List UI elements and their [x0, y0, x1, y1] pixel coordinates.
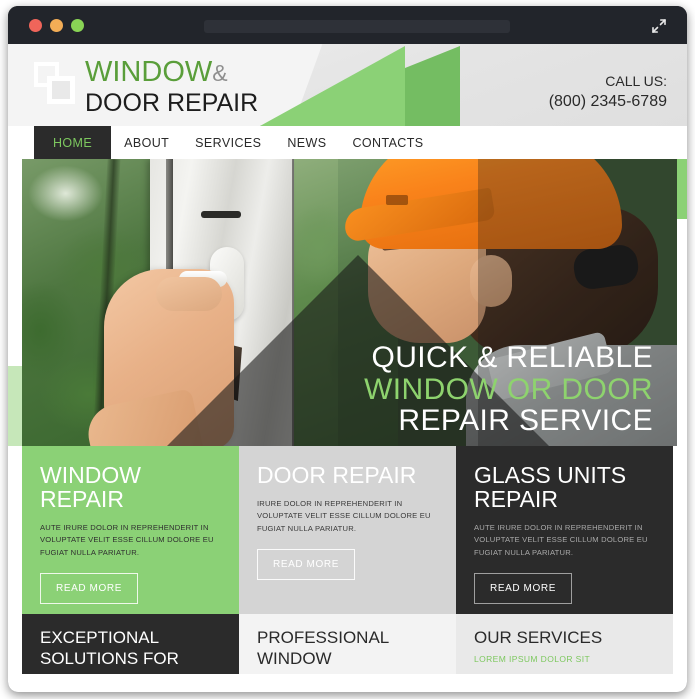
logo-ampersand: & — [212, 60, 228, 86]
page-viewport: WINDOW& DOOR REPAIR CALL US: (800) 2345-… — [8, 44, 687, 692]
read-more-button-door-repair[interactable]: READ MORE — [257, 549, 355, 581]
read-more-button-window-repair[interactable]: READ MORE — [40, 573, 138, 605]
bottom-column-our-services: OUR SERVICES LOREM IPSUM DOLOR SIT — [456, 614, 673, 674]
phone-number[interactable]: (800) 2345-6789 — [549, 91, 667, 113]
service-card-glass-units-repair: GLASS UNITS REPAIR AUTE IRURE DOLOR IN R… — [456, 446, 673, 614]
hero-left-green-accent — [8, 366, 22, 446]
close-window-button[interactable] — [29, 19, 42, 32]
service-card-title: DOOR REPAIR — [257, 462, 417, 488]
call-us-label: CALL US: — [605, 73, 667, 89]
browser-window: WINDOW& DOOR REPAIR CALL US: (800) 2345-… — [8, 6, 687, 692]
bottom-column-title: OUR SERVICES — [474, 628, 603, 647]
nav-item-news[interactable]: NEWS — [274, 126, 339, 159]
hero-finger — [156, 277, 222, 311]
nav-item-services[interactable]: SERVICES — [182, 126, 274, 159]
minimize-window-button[interactable] — [50, 19, 63, 32]
logo-line-2: DOOR REPAIR — [85, 89, 259, 117]
logo-square-front — [47, 76, 75, 104]
bottom-column-title: PROFESSIONAL WINDOW — [257, 628, 389, 668]
hero-banner: QUICK & RELIABLE WINDOW OR DOOR REPAIR S… — [8, 159, 687, 446]
hero-headline-line-2: WINDOW OR DOOR — [364, 372, 653, 406]
header-green-triangle-light — [260, 46, 405, 126]
site-logo[interactable]: WINDOW& DOOR REPAIR — [34, 54, 258, 116]
hero-right-green-accent — [677, 159, 687, 219]
logo-word-window: WINDOW — [85, 56, 213, 88]
service-card-door-repair: DOOR REPAIR IRURE DOLOR IN REPREHENDERIT… — [239, 446, 456, 614]
browser-titlebar — [8, 6, 687, 44]
read-more-button-glass-units-repair[interactable]: READ MORE — [474, 573, 572, 605]
hero-worker-hard-hat-clip — [386, 195, 408, 205]
hero-headline-line-3: REPAIR SERVICE — [398, 403, 653, 437]
nav-item-home[interactable]: HOME — [34, 126, 112, 159]
service-card-title: WINDOW REPAIR — [40, 462, 141, 512]
call-us-block: CALL US: (800) 2345-6789 — [549, 72, 667, 112]
nav-item-contacts[interactable]: CONTACTS — [339, 126, 436, 159]
nav-item-about[interactable]: ABOUT — [111, 126, 182, 159]
hero-window-screw-strip — [201, 211, 241, 218]
logo-text: WINDOW& DOOR REPAIR — [85, 54, 258, 116]
service-cards: WINDOW REPAIR AUTE IRURE DOLOR IN REPREH… — [8, 446, 687, 614]
expand-diagonal-arrows-icon[interactable] — [649, 16, 669, 36]
hero-headline-line-1: QUICK & RELIABLE — [371, 341, 653, 375]
logo-line-1: WINDOW& — [85, 58, 258, 87]
bottom-column-subtitle: LOREM IPSUM DOLOR SIT — [474, 653, 591, 664]
bottom-column-exceptional-solutions: EXCEPTIONAL SOLUTIONS FOR — [22, 614, 239, 674]
service-card-window-repair: WINDOW REPAIR AUTE IRURE DOLOR IN REPREH… — [22, 446, 239, 614]
service-card-body: AUTE IRURE DOLOR IN REPREHENDERIT IN VOL… — [40, 522, 214, 557]
bottom-column-title: EXCEPTIONAL SOLUTIONS FOR — [40, 628, 179, 668]
service-card-title: GLASS UNITS REPAIR — [474, 462, 627, 512]
overlapping-squares-logo-icon — [34, 62, 76, 106]
bottom-column-professional-window: PROFESSIONAL WINDOW — [239, 614, 456, 674]
bottom-feature-strip: EXCEPTIONAL SOLUTIONS FOR PROFESSIONAL W… — [8, 614, 687, 674]
service-card-body: AUTE IRURE DOLOR IN REPREHENDERIT IN VOL… — [474, 522, 648, 557]
maximize-window-button[interactable] — [71, 19, 84, 32]
address-bar-input[interactable] — [204, 20, 510, 33]
main-navigation: HOME ABOUT SERVICES NEWS CONTACTS — [8, 126, 687, 159]
service-card-body: IRURE DOLOR IN REPREHENDERIT IN VOLUPTAT… — [257, 498, 431, 533]
hero-headline: QUICK & RELIABLE WINDOW OR DOOR REPAIR S… — [364, 342, 653, 436]
site-header: WINDOW& DOOR REPAIR CALL US: (800) 2345-… — [8, 44, 687, 126]
window-controls — [29, 19, 84, 32]
